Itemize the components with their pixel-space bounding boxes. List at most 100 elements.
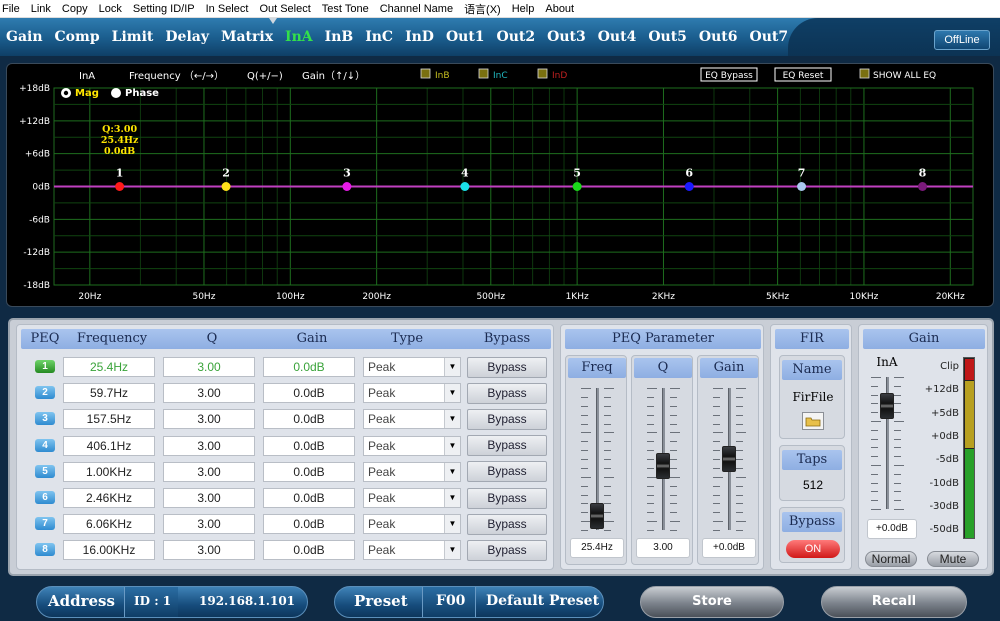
menu-item[interactable]: Copy	[62, 3, 88, 15]
master-gain-value[interactable]: +0.0dB	[867, 519, 917, 539]
peq-band-button[interactable]: 1	[35, 360, 55, 373]
overlay-checkbox-ind[interactable]	[537, 68, 548, 79]
chevron-down-icon[interactable]: ▼	[444, 358, 460, 376]
chevron-down-icon[interactable]: ▼	[444, 436, 460, 455]
slider-knob[interactable]	[722, 446, 736, 472]
master-gain-slider[interactable]	[859, 373, 915, 513]
peq-band-button[interactable]: 6	[35, 491, 55, 504]
peq-gain-field[interactable]: 0.0dB	[263, 435, 355, 456]
chevron-down-icon[interactable]: ▼	[444, 541, 460, 560]
menu-item[interactable]: Test Tone	[322, 3, 369, 15]
peq-freq-field[interactable]: 25.4Hz	[63, 357, 155, 377]
peq-gain-field[interactable]: 0.0dB	[263, 514, 355, 535]
chevron-down-icon[interactable]: ▼	[444, 384, 460, 403]
eq-band-point-7[interactable]	[797, 182, 807, 191]
peq-type-select[interactable]: Peak ▼	[363, 383, 461, 404]
normal-button[interactable]: Normal	[865, 551, 917, 567]
slider-knob[interactable]	[880, 393, 894, 420]
peq-gain-value[interactable]: +0.0dB	[702, 538, 756, 558]
tab-out3[interactable]: Out3	[547, 18, 586, 56]
peq-q-field[interactable]: 3.00	[163, 357, 255, 377]
tab-matrix[interactable]: Matrix	[221, 18, 273, 56]
peq-gain-field[interactable]: 0.0dB	[263, 357, 355, 377]
menu-item[interactable]: File	[2, 3, 20, 15]
peq-bypass-button[interactable]: Bypass	[467, 539, 547, 561]
peq-freq-field[interactable]: 59.7Hz	[63, 383, 155, 404]
mute-button[interactable]: Mute	[927, 551, 979, 567]
slider-knob[interactable]	[590, 502, 604, 529]
overlay-checkbox-inb[interactable]	[420, 68, 431, 79]
peq-q-field[interactable]: 3.00	[163, 461, 255, 482]
peq-type-select[interactable]: Peak ▼	[363, 357, 461, 377]
eq-band-point-4[interactable]	[460, 182, 470, 191]
menu-item[interactable]: Out Select	[259, 3, 310, 15]
eq-band-point-6[interactable]	[684, 182, 694, 191]
tab-out5[interactable]: Out5	[648, 18, 687, 56]
tab-comp[interactable]: Comp	[55, 18, 100, 56]
peq-q-field[interactable]: 3.00	[163, 383, 255, 404]
phase-radio[interactable]	[111, 88, 121, 98]
peq-gain-field[interactable]: 0.0dB	[263, 409, 355, 430]
peq-q-field[interactable]: 3.00	[163, 514, 255, 535]
tab-ina[interactable]: InA	[285, 18, 313, 56]
slider-knob[interactable]	[656, 453, 670, 480]
peq-freq-field[interactable]: 157.5Hz	[63, 409, 155, 430]
peq-band-button[interactable]: 3	[35, 412, 55, 426]
peq-type-select[interactable]: Peak ▼	[363, 540, 461, 561]
peq-gain-field[interactable]: 0.0dB	[263, 488, 355, 508]
peq-type-select[interactable]: Peak ▼	[363, 514, 461, 535]
q-slider[interactable]	[632, 384, 694, 534]
tab-inb[interactable]: InB	[325, 18, 354, 56]
peq-q-field[interactable]: 3.00	[163, 488, 255, 508]
peq-freq-field[interactable]: 406.1Hz	[63, 435, 155, 456]
peq-bypass-button[interactable]: Bypass	[467, 435, 547, 457]
eq-band-point-1[interactable]	[115, 182, 125, 191]
peq-bypass-button[interactable]: Bypass	[467, 487, 547, 509]
peq-gain-field[interactable]: 0.0dB	[263, 540, 355, 561]
tab-out1[interactable]: Out1	[446, 18, 485, 56]
menu-item[interactable]: 语言(X)	[464, 1, 501, 17]
peq-freq-field[interactable]: 2.46KHz	[63, 488, 155, 508]
tab-limit[interactable]: Limit	[112, 18, 154, 56]
recall-button[interactable]: Recall	[821, 586, 967, 618]
chevron-down-icon[interactable]: ▼	[444, 410, 460, 429]
menu-item[interactable]: Help	[512, 3, 535, 15]
peq-band-button[interactable]: 8	[35, 543, 55, 557]
eq-band-point-5[interactable]	[572, 182, 582, 191]
peq-band-button[interactable]: 2	[35, 386, 55, 400]
peq-bypass-button[interactable]: Bypass	[467, 408, 547, 430]
peq-gain-field[interactable]: 0.0dB	[263, 383, 355, 404]
fir-bypass-toggle[interactable]: ON	[786, 540, 840, 558]
chevron-down-icon[interactable]: ▼	[444, 462, 460, 481]
peq-type-select[interactable]: Peak ▼	[363, 435, 461, 456]
chevron-down-icon[interactable]: ▼	[444, 489, 460, 507]
peq-bypass-button[interactable]: Bypass	[467, 382, 547, 404]
peq-bypass-button[interactable]: Bypass	[467, 461, 547, 483]
tab-inc[interactable]: InC	[365, 18, 393, 56]
tab-out7[interactable]: Out7	[750, 18, 789, 56]
eq-band-point-8[interactable]	[917, 182, 927, 191]
tab-out6[interactable]: Out6	[699, 18, 738, 56]
peq-bypass-button[interactable]: Bypass	[467, 356, 547, 378]
menu-item[interactable]: Setting ID/IP	[133, 3, 195, 15]
peq-type-select[interactable]: Peak ▼	[363, 488, 461, 508]
tab-ind[interactable]: InD	[405, 18, 434, 56]
peq-band-button[interactable]: 7	[35, 517, 55, 531]
eq-graph[interactable]: +18dB +12dB +6dB 0dB -6dB -12dB -18dB 20Hz 50Hz 1…	[6, 63, 994, 307]
peq-type-select[interactable]: Peak ▼	[363, 409, 461, 430]
peq-bypass-button[interactable]: Bypass	[467, 513, 547, 535]
overlay-checkbox-inc[interactable]	[478, 68, 489, 79]
eq-band-point-3[interactable]	[342, 182, 352, 191]
menu-item[interactable]: Channel Name	[380, 3, 453, 15]
peq-q-field[interactable]: 3.00	[163, 435, 255, 456]
offline-button[interactable]: OffLine	[934, 30, 990, 50]
eq-graph-svg[interactable]: +18dB +12dB +6dB 0dB -6dB -12dB -18dB 20Hz 50Hz 1…	[7, 64, 995, 308]
freq-value[interactable]: 25.4Hz	[570, 538, 624, 558]
tab-out4[interactable]: Out4	[598, 18, 637, 56]
menu-item[interactable]: Link	[31, 3, 51, 15]
q-value[interactable]: 3.00	[636, 538, 690, 558]
folder-open-icon[interactable]	[802, 412, 824, 430]
store-button[interactable]: Store	[640, 586, 784, 618]
tab-delay[interactable]: Delay	[165, 18, 209, 56]
peq-freq-field[interactable]: 1.00KHz	[63, 461, 155, 482]
